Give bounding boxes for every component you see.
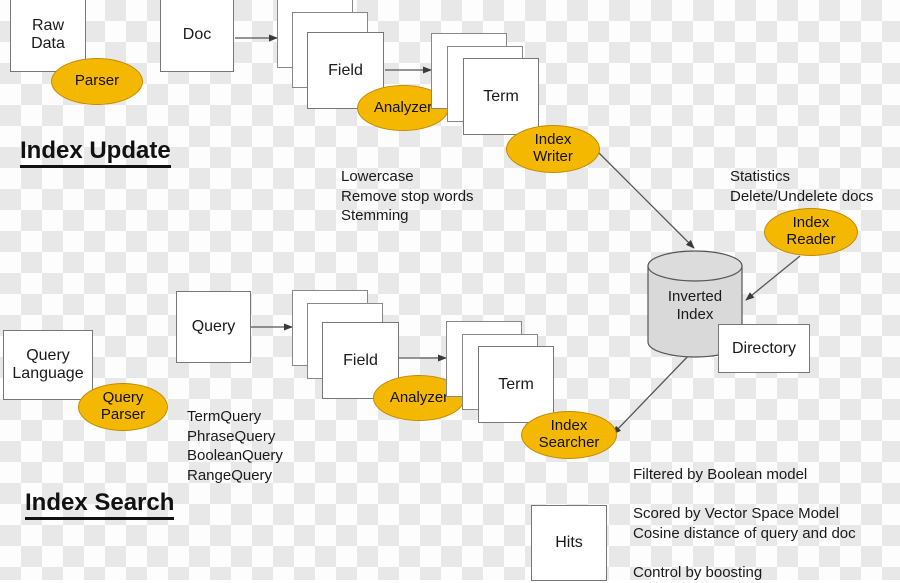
node-query-language[interactable]: Query Language (3, 330, 93, 400)
node-term-top-label: Term (483, 87, 519, 105)
node-query[interactable]: Query (176, 291, 251, 363)
node-term-top[interactable]: Term (463, 58, 539, 135)
node-index-reader[interactable]: Index Reader (764, 208, 858, 256)
note-analyzer: Lowercase Remove stop words Stemming (341, 147, 541, 226)
diagram-canvas: Raw Data Parser Doc Field Analyzer Term I… (0, 0, 900, 583)
note-scoring: Scored by Vector Space Model Cosine dista… (633, 484, 900, 543)
note-query-types-label: TermQuery PhraseQuery BooleanQuery RangeQue… (187, 407, 283, 485)
node-analyzer-bottom-label: Analyzer (389, 388, 449, 406)
node-query-language-label: Query Language (12, 347, 84, 382)
heading-index-update: Index Update (20, 137, 171, 169)
node-directory[interactable]: Directory (718, 324, 810, 373)
heading-index-search: Index Search (25, 489, 175, 521)
node-parser-label: Parser (74, 72, 120, 90)
note-boolean-model-label: Filtered by Boolean model (633, 465, 808, 483)
node-field-top-label: Field (328, 61, 363, 79)
node-hits-label: Hits (555, 534, 583, 552)
node-doc[interactable]: Doc (160, 0, 234, 72)
node-directory-label: Directory (731, 339, 796, 357)
heading-index-update-label: Index Update (20, 137, 171, 164)
heading-index-search-label: Index Search (25, 489, 175, 516)
node-inverted-index-label: Inverted Index (667, 288, 723, 323)
note-boosting-label: Control by boosting (633, 563, 763, 581)
note-index-reader: Statistics Delete/Undelete docs (730, 147, 900, 206)
node-index-searcher-label: Index Searcher (538, 417, 600, 451)
node-query-label: Query (191, 318, 236, 336)
node-doc-label: Doc (182, 26, 212, 44)
note-index-reader-label: Statistics Delete/Undelete docs (730, 167, 874, 205)
node-raw-data-label: Raw Data (31, 17, 65, 52)
node-analyzer-top-label: Analyzer (373, 98, 433, 116)
node-term-bottom-label: Term (498, 375, 534, 393)
edge-indexreader-to-invertedindex (745, 255, 801, 301)
node-hits[interactable]: Hits (531, 505, 607, 581)
note-boosting: Control by boosting (633, 543, 883, 583)
note-analyzer-label: Lowercase Remove stop words Stemming (341, 167, 474, 225)
edge-invertedindex-to-indexsearcher (612, 351, 693, 435)
note-scoring-label: Scored by Vector Space Model Cosine dista… (633, 504, 856, 542)
note-boolean-model: Filtered by Boolean model (633, 445, 893, 485)
note-query-types: TermQuery PhraseQuery BooleanQuery RangeQue… (187, 387, 347, 486)
node-field-bottom-label: Field (343, 351, 378, 369)
node-parser[interactable]: Parser (51, 58, 143, 105)
edge-indexwriter-to-invertedindex (597, 151, 695, 249)
node-query-parser[interactable]: Query Parser (78, 383, 168, 431)
node-term-bottom[interactable]: Term (478, 346, 554, 423)
node-query-parser-label: Query Parser (100, 389, 146, 423)
node-index-reader-label: Index Reader (786, 214, 836, 248)
node-index-searcher[interactable]: Index Searcher (521, 411, 617, 459)
